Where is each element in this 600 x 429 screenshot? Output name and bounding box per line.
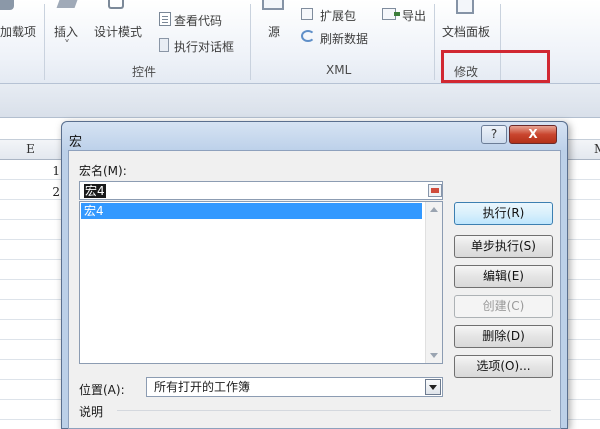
- run-dialog-button[interactable]: 执行对话框: [174, 38, 234, 55]
- refresh-icon[interactable]: [301, 30, 315, 42]
- description-divider: [117, 410, 551, 411]
- dialog-body: 宏名(M): 宏4 宏4 位置(A): 所有打开的工作簿 说明 执行(R) 单步…: [68, 150, 561, 429]
- step-into-button[interactable]: 单步执行(S): [454, 235, 553, 258]
- cell-e1[interactable]: 1: [0, 164, 60, 178]
- macro-name-input[interactable]: 宏4: [79, 181, 443, 200]
- location-label: 位置(A):: [79, 383, 125, 397]
- macro-name-value[interactable]: 宏4: [84, 184, 106, 198]
- export-icon[interactable]: [382, 8, 400, 20]
- ribbon-bottom-band: [0, 84, 600, 118]
- expansion-pack-button[interactable]: 扩展包: [320, 7, 356, 24]
- ribbon-separator: [250, 4, 251, 80]
- addins-label[interactable]: 加载项: [0, 23, 36, 40]
- run-button[interactable]: 执行(R): [454, 202, 553, 225]
- refresh-data-button[interactable]: 刷新数据: [320, 30, 368, 47]
- export-button[interactable]: 导出: [402, 7, 426, 24]
- chevron-down-icon[interactable]: ˅: [64, 38, 70, 52]
- source-icon[interactable]: [262, 0, 284, 10]
- document-panel-icon[interactable]: [456, 0, 474, 14]
- description-label: 说明: [79, 405, 104, 419]
- column-header-e[interactable]: E: [0, 140, 62, 160]
- insert-control-icon[interactable]: [56, 0, 78, 12]
- chevron-down-icon[interactable]: [425, 379, 441, 395]
- options-button[interactable]: 选项(O)...: [454, 355, 553, 378]
- macro-name-label: 宏名(M):: [79, 164, 127, 178]
- delete-button[interactable]: 删除(D): [454, 325, 553, 348]
- ribbon-separator: [434, 4, 435, 80]
- collapse-dialog-icon[interactable]: [428, 184, 442, 197]
- view-code-button[interactable]: 查看代码: [174, 12, 222, 29]
- view-code-icon[interactable]: [159, 12, 171, 26]
- list-item[interactable]: 宏4: [81, 203, 422, 219]
- design-mode-button[interactable]: 设计模式: [94, 23, 142, 40]
- macro-list[interactable]: 宏4: [79, 201, 443, 364]
- dialog-title: 宏: [69, 135, 83, 150]
- cell-grid[interactable]: 1 2: [0, 160, 62, 429]
- edit-button[interactable]: 编辑(E): [454, 265, 553, 288]
- addins-icon[interactable]: [0, 0, 14, 10]
- run-dialog-icon[interactable]: [159, 38, 169, 52]
- macro-dialog: 宏 ? X 宏名(M): 宏4 宏4 位置(A): 所有打开的工作簿 说明 执行…: [61, 121, 568, 429]
- close-button[interactable]: X: [509, 125, 557, 144]
- design-mode-icon[interactable]: [104, 0, 128, 12]
- column-header-m[interactable]: M: [568, 140, 600, 160]
- xml-group-label: XML: [326, 63, 352, 77]
- source-button[interactable]: 源: [268, 23, 280, 40]
- scroll-down-icon[interactable]: [430, 353, 438, 358]
- cell-e2[interactable]: 2: [0, 185, 60, 199]
- location-value: 所有打开的工作簿: [154, 380, 251, 394]
- document-panel-button[interactable]: 文档面板: [442, 23, 490, 40]
- create-button[interactable]: 创建(C): [454, 295, 553, 318]
- expansion-pack-icon[interactable]: [301, 8, 313, 20]
- location-select[interactable]: 所有打开的工作簿: [146, 377, 443, 397]
- list-scrollbar[interactable]: [425, 202, 442, 363]
- help-button[interactable]: ?: [481, 125, 507, 144]
- scroll-up-icon[interactable]: [430, 207, 438, 212]
- dialog-titlebar[interactable]: 宏 ? X: [62, 122, 567, 150]
- cell-grid-right[interactable]: [568, 160, 600, 429]
- ribbon-separator: [44, 4, 45, 80]
- highlight-box: [441, 50, 550, 83]
- controls-group-label: 控件: [132, 65, 157, 79]
